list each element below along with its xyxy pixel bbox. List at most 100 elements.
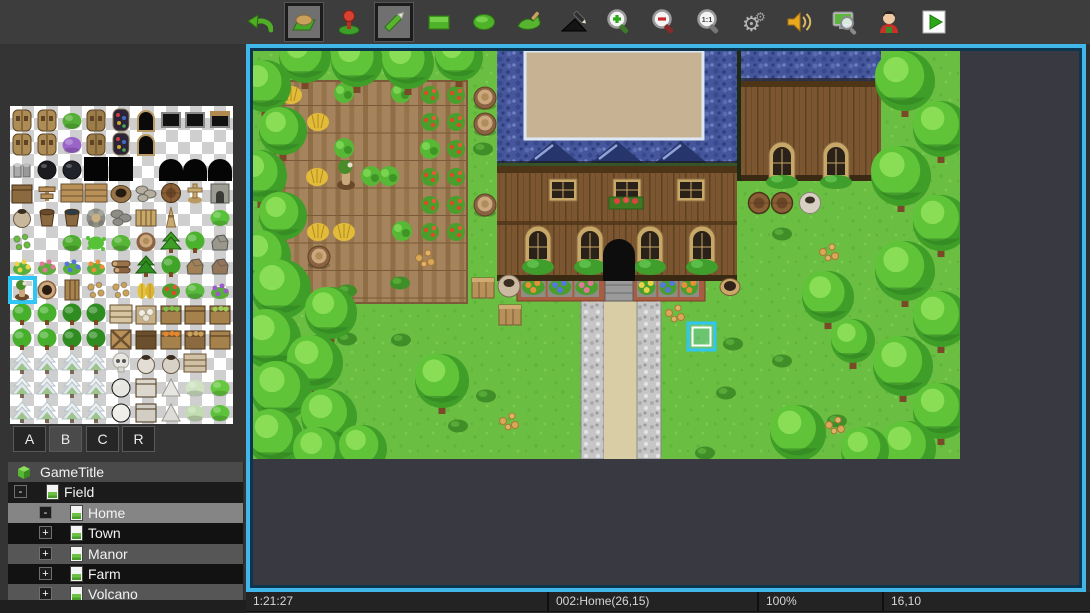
palette-tile-mush[interactable] <box>109 278 134 302</box>
palette-tile-ruin[interactable] <box>208 181 233 205</box>
palette-tile-win[interactable] <box>208 108 233 132</box>
palette-tile-snowpine[interactable] <box>10 400 35 424</box>
palette-tile-round[interactable] <box>60 157 85 181</box>
palette-tile-tree[interactable] <box>84 327 109 351</box>
map-tree-item-manor[interactable]: +Manor <box>8 544 243 564</box>
palette-tile-tri[interactable] <box>159 400 184 424</box>
palette-tile-tree[interactable] <box>84 302 109 326</box>
palette-tile-pot[interactable] <box>10 205 35 229</box>
palette-tile-door[interactable] <box>84 132 109 156</box>
expander-icon[interactable]: + <box>39 567 52 580</box>
palette-tile-snowpine[interactable] <box>60 351 85 375</box>
palette-tile-wheat[interactable] <box>134 278 159 302</box>
palette-tile-crate[interactable] <box>208 302 233 326</box>
sound-test-button[interactable] <box>780 3 818 41</box>
palette-tile-door[interactable] <box>10 132 35 156</box>
palette-tile-win[interactable] <box>159 108 184 132</box>
palette-tile-flower[interactable] <box>60 254 85 278</box>
shadow-pen-tool-button[interactable] <box>555 3 593 41</box>
palette-tile-stones[interactable] <box>134 181 159 205</box>
palette-tile-door[interactable] <box>10 108 35 132</box>
palette-tile-empty[interactable] <box>208 351 233 375</box>
expander-icon[interactable]: - <box>39 506 52 519</box>
palette-tile-round[interactable] <box>35 157 60 181</box>
palette-tile-well[interactable] <box>109 181 134 205</box>
tileset-palette[interactable] <box>10 106 233 424</box>
palette-tile-win[interactable] <box>183 108 208 132</box>
palette-tile-snowpine[interactable] <box>84 351 109 375</box>
tab-b[interactable]: B <box>49 426 82 452</box>
palette-tile-bucket[interactable] <box>35 205 60 229</box>
palette-tile-torch[interactable] <box>159 205 184 229</box>
palette-tile-crate[interactable] <box>134 327 159 351</box>
palette-tile-crate[interactable] <box>134 400 159 424</box>
palette-tile-snowpine[interactable] <box>84 400 109 424</box>
palette-tile-barrel[interactable] <box>159 181 184 205</box>
palette-tile-blob[interactable] <box>109 230 134 254</box>
palette-tile-snowpine[interactable] <box>35 375 60 399</box>
palette-tile-empty[interactable] <box>208 132 233 156</box>
palette-tile-arch[interactable] <box>134 132 159 156</box>
palette-tile-stump[interactable] <box>134 230 159 254</box>
search-button[interactable] <box>825 3 863 41</box>
palette-tile-blob[interactable] <box>183 375 208 399</box>
palette-tile-black[interactable] <box>109 157 134 181</box>
map-view[interactable] <box>253 51 960 459</box>
palette-tile-crate[interactable] <box>183 302 208 326</box>
palette-tile-rock[interactable] <box>183 254 208 278</box>
palette-tile-blob[interactable] <box>208 205 233 229</box>
event-edit-mode-button[interactable] <box>330 3 368 41</box>
palette-tile-tree[interactable] <box>35 302 60 326</box>
palette-tile-snowpine[interactable] <box>10 351 35 375</box>
expander-icon[interactable]: - <box>14 485 27 498</box>
palette-tile-empty[interactable] <box>159 132 184 156</box>
palette-tile-tri[interactable] <box>159 375 184 399</box>
palette-tile-glass[interactable] <box>109 108 134 132</box>
palette-tile-door[interactable] <box>35 132 60 156</box>
tab-a[interactable]: A <box>13 426 46 452</box>
palette-tile-black[interactable] <box>84 157 109 181</box>
palette-tile-tree[interactable] <box>60 327 85 351</box>
palette-tile-snowpine[interactable] <box>10 375 35 399</box>
palette-tile-door[interactable] <box>84 108 109 132</box>
palette-tile-empty[interactable] <box>183 132 208 156</box>
palette-tile-stones[interactable] <box>109 205 134 229</box>
map-tree-item-home[interactable]: -Home <box>8 503 243 523</box>
flood-fill-tool-button[interactable] <box>510 3 548 41</box>
expander-icon[interactable]: + <box>39 526 52 539</box>
palette-tile-flower[interactable] <box>208 278 233 302</box>
palette-tile-sacks[interactable] <box>134 302 159 326</box>
palette-tile-tomato[interactable] <box>159 278 184 302</box>
palette-tile-tree[interactable] <box>10 327 35 351</box>
palette-tile-rock[interactable] <box>208 254 233 278</box>
map-canvas-inner[interactable] <box>250 48 1082 588</box>
expander-icon[interactable]: + <box>39 587 52 600</box>
palette-tile-tree[interactable] <box>10 302 35 326</box>
palette-tile-pipes[interactable] <box>10 157 35 181</box>
zoom-actual-size-button[interactable]: 1:1 <box>690 3 728 41</box>
palette-tile-planks[interactable] <box>84 181 109 205</box>
pencil-tool-button[interactable] <box>375 3 413 41</box>
palette-tile-mush[interactable] <box>84 278 109 302</box>
palette-tile-blob[interactable] <box>60 108 85 132</box>
palette-tile-blob[interactable] <box>208 400 233 424</box>
palette-tile-mush[interactable] <box>10 230 35 254</box>
expander-icon[interactable]: + <box>39 547 52 560</box>
palette-tile-blob[interactable] <box>60 230 85 254</box>
palette-tile-pot[interactable] <box>134 351 159 375</box>
palette-tile-pillar[interactable] <box>60 278 85 302</box>
map-tree-item-field[interactable]: -Field <box>8 482 243 502</box>
character-generator-button[interactable] <box>870 3 908 41</box>
palette-tile-planks[interactable] <box>109 302 134 326</box>
palette-tile-dome[interactable] <box>183 157 208 181</box>
palette-tile-flower[interactable] <box>84 254 109 278</box>
settings-button[interactable]: ⚙⚙ <box>735 3 773 41</box>
zoom-out-button[interactable] <box>645 3 683 41</box>
undo-button[interactable] <box>240 3 278 41</box>
palette-tile-rock[interactable] <box>208 230 233 254</box>
palette-tile-blob[interactable] <box>183 400 208 424</box>
map-edit-mode-button[interactable] <box>285 3 323 41</box>
palette-tile-planks[interactable] <box>60 181 85 205</box>
palette-tile-splash[interactable] <box>84 230 109 254</box>
palette-tile-dome[interactable] <box>159 157 184 181</box>
